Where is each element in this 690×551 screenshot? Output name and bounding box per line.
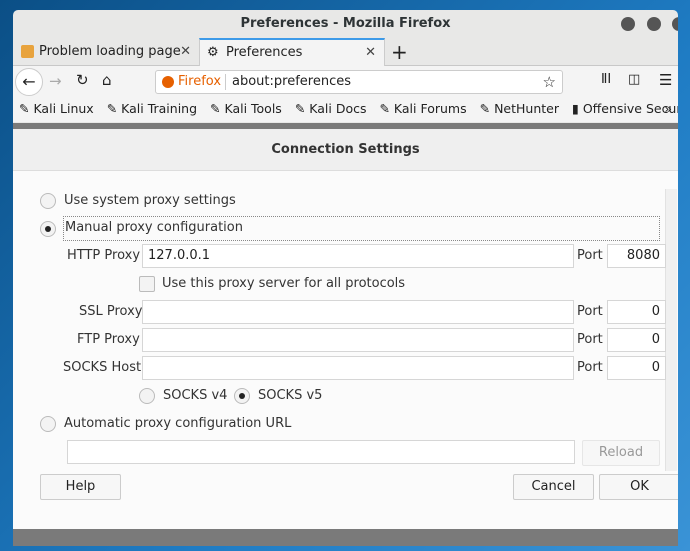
socks-v5-label: SOCKS v5: [258, 388, 323, 403]
socks-port-input[interactable]: 0: [607, 356, 666, 380]
close-tab-icon[interactable]: ✕: [365, 40, 376, 65]
bookmark-kali-docs[interactable]: ✎ Kali Docs: [295, 101, 367, 116]
http-port-label: Port: [577, 248, 603, 263]
socks-host-label: SOCKS Host: [63, 360, 142, 375]
tab-preferences[interactable]: ⚙ Preferences ✕: [199, 38, 385, 66]
firefox-icon: [162, 76, 174, 88]
bookmark-offensive-security[interactable]: ▮ Offensive Security: [572, 101, 678, 116]
firefox-window: Preferences - Mozilla Firefox Problem lo…: [13, 10, 678, 546]
socks-port-label: Port: [577, 360, 603, 375]
http-proxy-label: HTTP Proxy: [67, 248, 141, 263]
title-bar: Preferences - Mozilla Firefox: [13, 10, 678, 38]
bookmark-kali-training[interactable]: ✎ Kali Training: [107, 101, 197, 116]
auto-proxy-label: Automatic proxy configuration URL: [64, 416, 292, 431]
all-protocols-label: Use this proxy server for all protocols: [162, 276, 406, 291]
bookmark-kali-forums[interactable]: ✎ Kali Forums: [379, 101, 466, 116]
http-port-input[interactable]: 8080: [607, 244, 666, 268]
auto-proxy-url-input[interactable]: [67, 440, 575, 464]
cancel-button[interactable]: Cancel: [513, 474, 594, 500]
window-title: Preferences - Mozilla Firefox: [240, 16, 451, 31]
ssl-port-label: Port: [577, 304, 603, 319]
help-button[interactable]: Help: [40, 474, 121, 500]
maximize-icon[interactable]: [647, 17, 661, 31]
warning-icon: [21, 45, 34, 58]
ftp-port-input[interactable]: 0: [607, 328, 666, 352]
close-tab-icon[interactable]: ✕: [180, 38, 191, 66]
socks-host-input[interactable]: [142, 356, 574, 380]
ftp-proxy-label: FTP Proxy: [77, 332, 140, 347]
ssl-proxy-label: SSL Proxy: [79, 304, 143, 319]
more-bookmarks-icon[interactable]: »: [664, 98, 672, 120]
dialog-title: Connection Settings: [13, 129, 678, 171]
manual-proxy-label: Manual proxy configuration: [63, 216, 660, 241]
new-tab-button[interactable]: +: [391, 40, 408, 64]
identity-label: Firefox: [178, 74, 222, 89]
tab-problem-loading[interactable]: Problem loading page ✕: [13, 38, 199, 66]
scrollbar[interactable]: [665, 189, 677, 471]
url-text[interactable]: about:preferences: [232, 71, 351, 93]
system-proxy-label: Use system proxy settings: [64, 193, 236, 208]
bookmarks-toolbar: ✎ Kali Linux ✎ Kali Training ✎ Kali Tool…: [13, 98, 678, 122]
ftp-proxy-input[interactable]: [142, 328, 574, 352]
all-protocols-checkbox[interactable]: [139, 276, 155, 292]
library-icon[interactable]: ⅡⅠ: [601, 72, 611, 87]
forward-button[interactable]: →: [49, 72, 62, 90]
http-proxy-input[interactable]: 127.0.0.1: [142, 244, 574, 268]
auto-proxy-radio[interactable]: [40, 416, 56, 432]
reload-icon[interactable]: ↻: [76, 71, 89, 89]
tab-label: Preferences: [226, 45, 303, 60]
bookmark-kali-linux[interactable]: ✎ Kali Linux: [19, 101, 94, 116]
tab-label: Problem loading page: [39, 44, 181, 59]
menu-icon[interactable]: ☰: [659, 71, 672, 89]
ssl-port-input[interactable]: 0: [607, 300, 666, 324]
sidebar-icon[interactable]: ◫: [628, 72, 640, 87]
manual-proxy-radio[interactable]: [40, 221, 56, 237]
reload-button[interactable]: Reload: [582, 440, 660, 466]
url-bar[interactable]: Firefox about:preferences ☆: [155, 70, 563, 94]
socks-v4-label: SOCKS v4: [163, 388, 228, 403]
back-button[interactable]: ←: [15, 68, 43, 96]
ok-button[interactable]: OK: [599, 474, 678, 500]
system-proxy-radio[interactable]: [40, 193, 56, 209]
socks-v5-radio[interactable]: [234, 388, 250, 404]
close-window-icon[interactable]: [672, 17, 678, 31]
nav-toolbar: ← → ↻ ⌂ Firefox about:preferences ☆ ⅡⅠ ◫…: [13, 66, 678, 98]
tab-strip: Problem loading page ✕ ⚙ Preferences ✕ +: [13, 38, 678, 66]
socks-v4-radio[interactable]: [139, 388, 155, 404]
home-icon[interactable]: ⌂: [102, 71, 112, 89]
bookmark-star-icon[interactable]: ☆: [543, 71, 556, 93]
connection-settings-dialog: Connection Settings Use system proxy set…: [13, 129, 678, 529]
bookmark-kali-tools[interactable]: ✎ Kali Tools: [210, 101, 282, 116]
ssl-proxy-input[interactable]: [142, 300, 574, 324]
ftp-port-label: Port: [577, 332, 603, 347]
gear-icon: ⚙: [207, 45, 219, 60]
bookmark-nethunter[interactable]: ✎ NetHunter: [480, 101, 559, 116]
minimize-icon[interactable]: [621, 17, 635, 31]
